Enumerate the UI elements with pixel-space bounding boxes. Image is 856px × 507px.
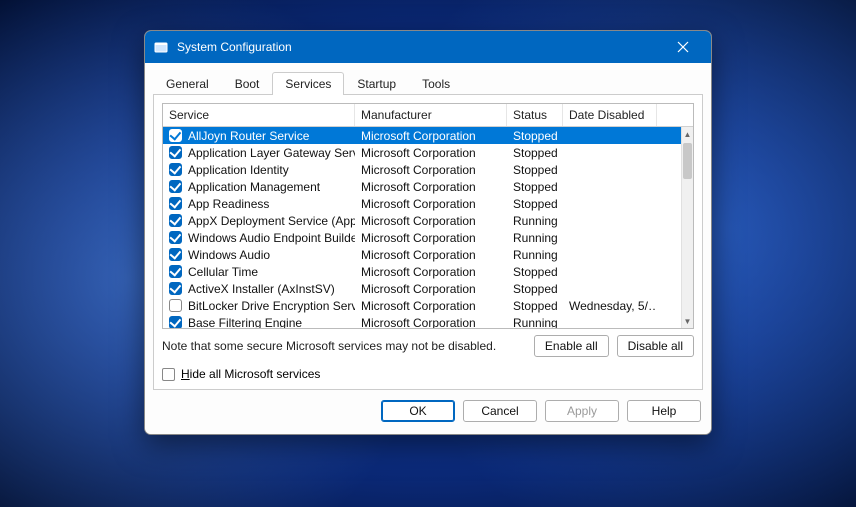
tab-general[interactable]: General <box>153 72 222 95</box>
service-manufacturer: Microsoft Corporation <box>355 265 507 279</box>
listview-body: AllJoyn Router Service Microsoft Corporat… <box>163 127 693 328</box>
service-manufacturer: Microsoft Corporation <box>355 197 507 211</box>
service-name: AppX Deployment Service (AppX… <box>188 214 355 228</box>
service-row[interactable]: Cellular Time Microsoft CorporationStoppe… <box>163 263 681 280</box>
disable-all-button[interactable]: Disable all <box>617 335 694 357</box>
help-button[interactable]: Help <box>627 400 701 422</box>
service-status: Stopped <box>507 299 563 313</box>
tab-strip: General Boot Services Startup Tools <box>153 63 703 95</box>
service-checkbox[interactable] <box>169 180 182 193</box>
scroll-down-arrow[interactable]: ▼ <box>682 314 693 328</box>
tab-tools[interactable]: Tools <box>409 72 463 95</box>
service-status: Stopped <box>507 163 563 177</box>
hide-ms-label[interactable]: Hide all Microsoft services <box>181 367 320 381</box>
tab-page-services: Service Manufacturer Status Date Disable… <box>153 95 703 390</box>
service-checkbox[interactable] <box>169 265 182 278</box>
cancel-button[interactable]: Cancel <box>463 400 537 422</box>
service-manufacturer: Microsoft Corporation <box>355 248 507 262</box>
below-list-row: Note that some secure Microsoft services… <box>162 335 694 357</box>
service-manufacturer: Microsoft Corporation <box>355 129 507 143</box>
system-configuration-window: System Configuration General Boot Servic… <box>144 30 712 435</box>
service-status: Stopped <box>507 282 563 296</box>
service-manufacturer: Microsoft Corporation <box>355 180 507 194</box>
service-date-disabled: Wednesday, 5/… <box>563 299 657 313</box>
column-header-service[interactable]: Service <box>163 104 355 126</box>
service-checkbox[interactable] <box>169 231 182 244</box>
listview-header: Service Manufacturer Status Date Disable… <box>163 104 693 127</box>
service-name: App Readiness <box>188 197 269 211</box>
service-manufacturer: Microsoft Corporation <box>355 282 507 296</box>
hide-ms-checkbox[interactable] <box>162 368 175 381</box>
service-row[interactable]: AppX Deployment Service (AppX…Microsoft … <box>163 212 681 229</box>
service-row[interactable]: Application Layer Gateway ServiceMicroso… <box>163 144 681 161</box>
service-status: Stopped <box>507 146 563 160</box>
apply-button: Apply <box>545 400 619 422</box>
service-checkbox[interactable] <box>169 248 182 261</box>
service-checkbox[interactable] <box>169 282 182 295</box>
window-title: System Configuration <box>177 40 663 54</box>
tab-startup[interactable]: Startup <box>344 72 409 95</box>
msconfig-icon <box>153 39 169 55</box>
service-status: Stopped <box>507 180 563 194</box>
scroll-up-arrow[interactable]: ▲ <box>682 127 693 141</box>
dialog-footer: OK Cancel Apply Help <box>153 390 703 426</box>
service-status: Stopped <box>507 265 563 279</box>
service-status: Running <box>507 231 563 245</box>
services-listview[interactable]: Service Manufacturer Status Date Disable… <box>162 103 694 329</box>
service-checkbox[interactable] <box>169 299 182 312</box>
service-row[interactable]: Windows Audio Endpoint BuilderMicrosoft … <box>163 229 681 246</box>
column-header-manufacturer[interactable]: Manufacturer <box>355 104 507 126</box>
titlebar[interactable]: System Configuration <box>145 31 711 63</box>
service-name: Base Filtering Engine <box>188 316 302 329</box>
service-checkbox[interactable] <box>169 214 182 227</box>
service-name: BitLocker Drive Encryption Service <box>188 299 355 313</box>
service-manufacturer: Microsoft Corporation <box>355 231 507 245</box>
enable-all-button[interactable]: Enable all <box>534 335 609 357</box>
service-manufacturer: Microsoft Corporation <box>355 214 507 228</box>
tab-boot[interactable]: Boot <box>222 72 273 95</box>
service-name: AllJoyn Router Service <box>188 129 309 143</box>
service-checkbox[interactable] <box>169 163 182 176</box>
desktop-wallpaper: System Configuration General Boot Servic… <box>0 0 856 507</box>
service-status: Running <box>507 316 563 329</box>
service-manufacturer: Microsoft Corporation <box>355 299 507 313</box>
service-name: Application Management <box>188 180 320 194</box>
service-manufacturer: Microsoft Corporation <box>355 163 507 177</box>
service-row[interactable]: AllJoyn Router Service Microsoft Corporat… <box>163 127 681 144</box>
tab-services[interactable]: Services <box>272 72 344 95</box>
service-name: Windows Audio Endpoint Builder <box>188 231 355 245</box>
service-name: ActiveX Installer (AxInstSV) <box>188 282 335 296</box>
service-row[interactable]: Windows Audio Microsoft CorporationRunnin… <box>163 246 681 263</box>
service-checkbox[interactable] <box>169 129 182 142</box>
service-name: Cellular Time <box>188 265 258 279</box>
service-manufacturer: Microsoft Corporation <box>355 316 507 329</box>
service-checkbox[interactable] <box>169 316 182 328</box>
service-status: Stopped <box>507 129 563 143</box>
service-status: Stopped <box>507 197 563 211</box>
service-row[interactable]: Application Identity Microsoft Corporatio… <box>163 161 681 178</box>
close-button[interactable] <box>663 31 703 63</box>
vertical-scrollbar[interactable]: ▲ ▼ <box>681 127 693 328</box>
secure-services-note: Note that some secure Microsoft services… <box>162 339 526 353</box>
service-row[interactable]: App Readiness Microsoft CorporationStoppe… <box>163 195 681 212</box>
service-checkbox[interactable] <box>169 197 182 210</box>
service-name: Windows Audio <box>188 248 270 262</box>
service-row[interactable]: ActiveX Installer (AxInstSV) Microsoft Co… <box>163 280 681 297</box>
client-area: General Boot Services Startup Tools Serv… <box>145 63 711 434</box>
column-header-date-disabled[interactable]: Date Disabled <box>563 104 657 126</box>
ok-button[interactable]: OK <box>381 400 455 422</box>
service-manufacturer: Microsoft Corporation <box>355 146 507 160</box>
hide-ms-row: Hide all Microsoft services <box>162 367 694 381</box>
close-icon <box>677 41 689 53</box>
service-name: Application Identity <box>188 163 289 177</box>
service-status: Running <box>507 248 563 262</box>
column-header-status[interactable]: Status <box>507 104 563 126</box>
service-row[interactable]: Application Management Microsoft Corporat… <box>163 178 681 195</box>
service-checkbox[interactable] <box>169 146 182 159</box>
service-name: Application Layer Gateway Service <box>188 146 355 160</box>
scroll-thumb[interactable] <box>683 143 692 179</box>
service-status: Running <box>507 214 563 228</box>
service-row[interactable]: BitLocker Drive Encryption ServiceMicros… <box>163 297 681 314</box>
service-row[interactable]: Base Filtering Engine Microsoft Corporati… <box>163 314 681 328</box>
